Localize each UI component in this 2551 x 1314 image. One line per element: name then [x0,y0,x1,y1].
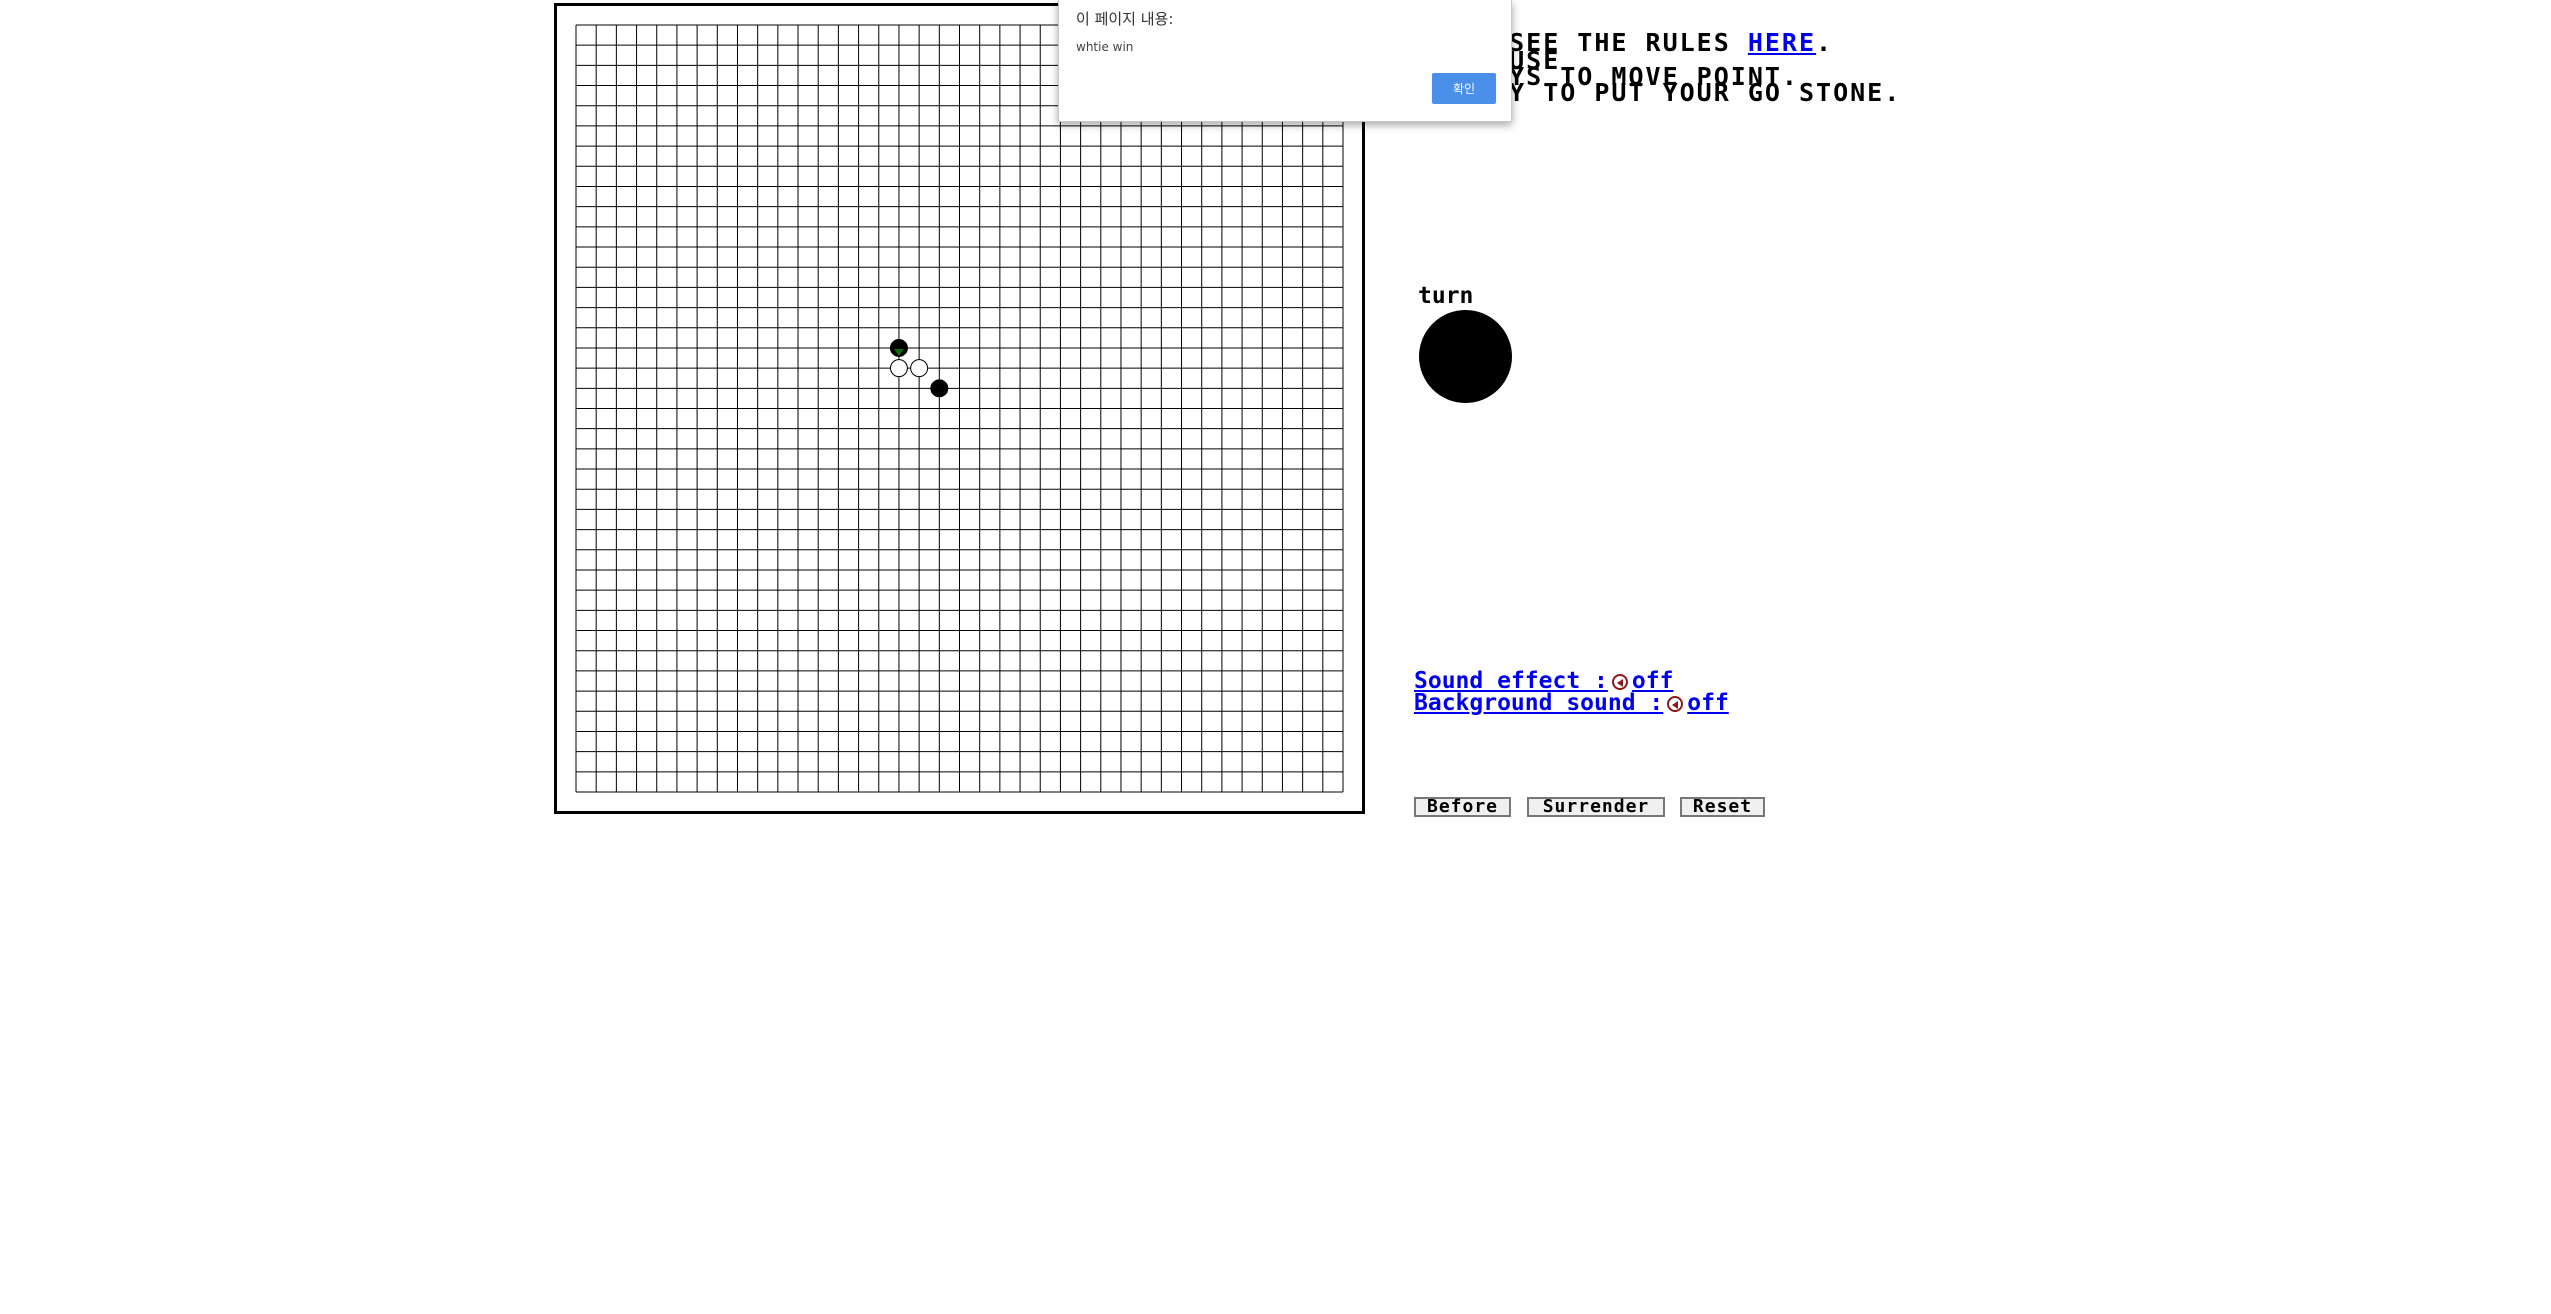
speaker-muted-icon [1667,696,1684,712]
reset-button[interactable]: Reset [1680,797,1765,817]
before-button[interactable]: Before [1414,797,1511,817]
background-sound-label: Background sound : [1414,690,1664,716]
surrender-button[interactable]: Surrender [1527,797,1665,817]
speaker-muted-icon [1611,674,1628,690]
controls-text-line: KEY TO PUT YOUR GO STONE. [1475,78,1902,107]
rules-suffix: . [1816,28,1834,57]
white-stone [889,359,908,378]
background-sound-toggle[interactable]: Background sound : off [1414,690,1729,716]
rules-here-link[interactable]: HERE [1748,28,1816,57]
white-stone [910,359,929,378]
background-sound-state: off [1687,690,1729,716]
turn-stone-indicator [1419,310,1512,403]
alert-title: 이 페이지 내용: [1076,10,1174,28]
alert-message: whtie win [1076,40,1134,54]
board-grid[interactable] [557,6,1362,811]
game-board[interactable] [554,3,1365,814]
alert-ok-button[interactable]: 확인 [1432,73,1496,104]
turn-label: turn [1418,283,1474,309]
alert-dialog: 이 페이지 내용: whtie win 확인 [1058,0,1512,122]
black-stone [930,379,949,398]
